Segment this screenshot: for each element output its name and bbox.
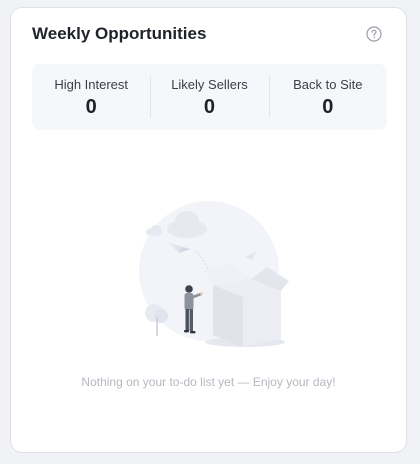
stat-label: High Interest	[54, 77, 129, 92]
question-circle-icon[interactable]	[366, 26, 382, 42]
stat-value: 0	[85, 96, 97, 118]
stat-likely-sellers[interactable]: Likely Sellers 0	[150, 64, 268, 130]
stat-label: Likely Sellers	[171, 77, 248, 92]
stat-label: Back to Site	[293, 77, 363, 92]
stat-high-interest[interactable]: High Interest 0	[32, 64, 150, 130]
empty-box-illustration	[139, 201, 289, 351]
empty-state-message: Nothing on your to-do list yet — Enjoy y…	[81, 375, 336, 389]
weekly-opportunities-card: Weekly Opportunities High Interest 0 Lik…	[10, 7, 407, 453]
card-title: Weekly Opportunities	[32, 24, 207, 43]
stat-back-to-site[interactable]: Back to Site 0	[268, 64, 387, 130]
stat-value: 0	[203, 96, 216, 118]
stat-value: 0	[322, 96, 334, 118]
stats-panel: High Interest 0 Likely Sellers 0 Back to…	[32, 64, 387, 130]
